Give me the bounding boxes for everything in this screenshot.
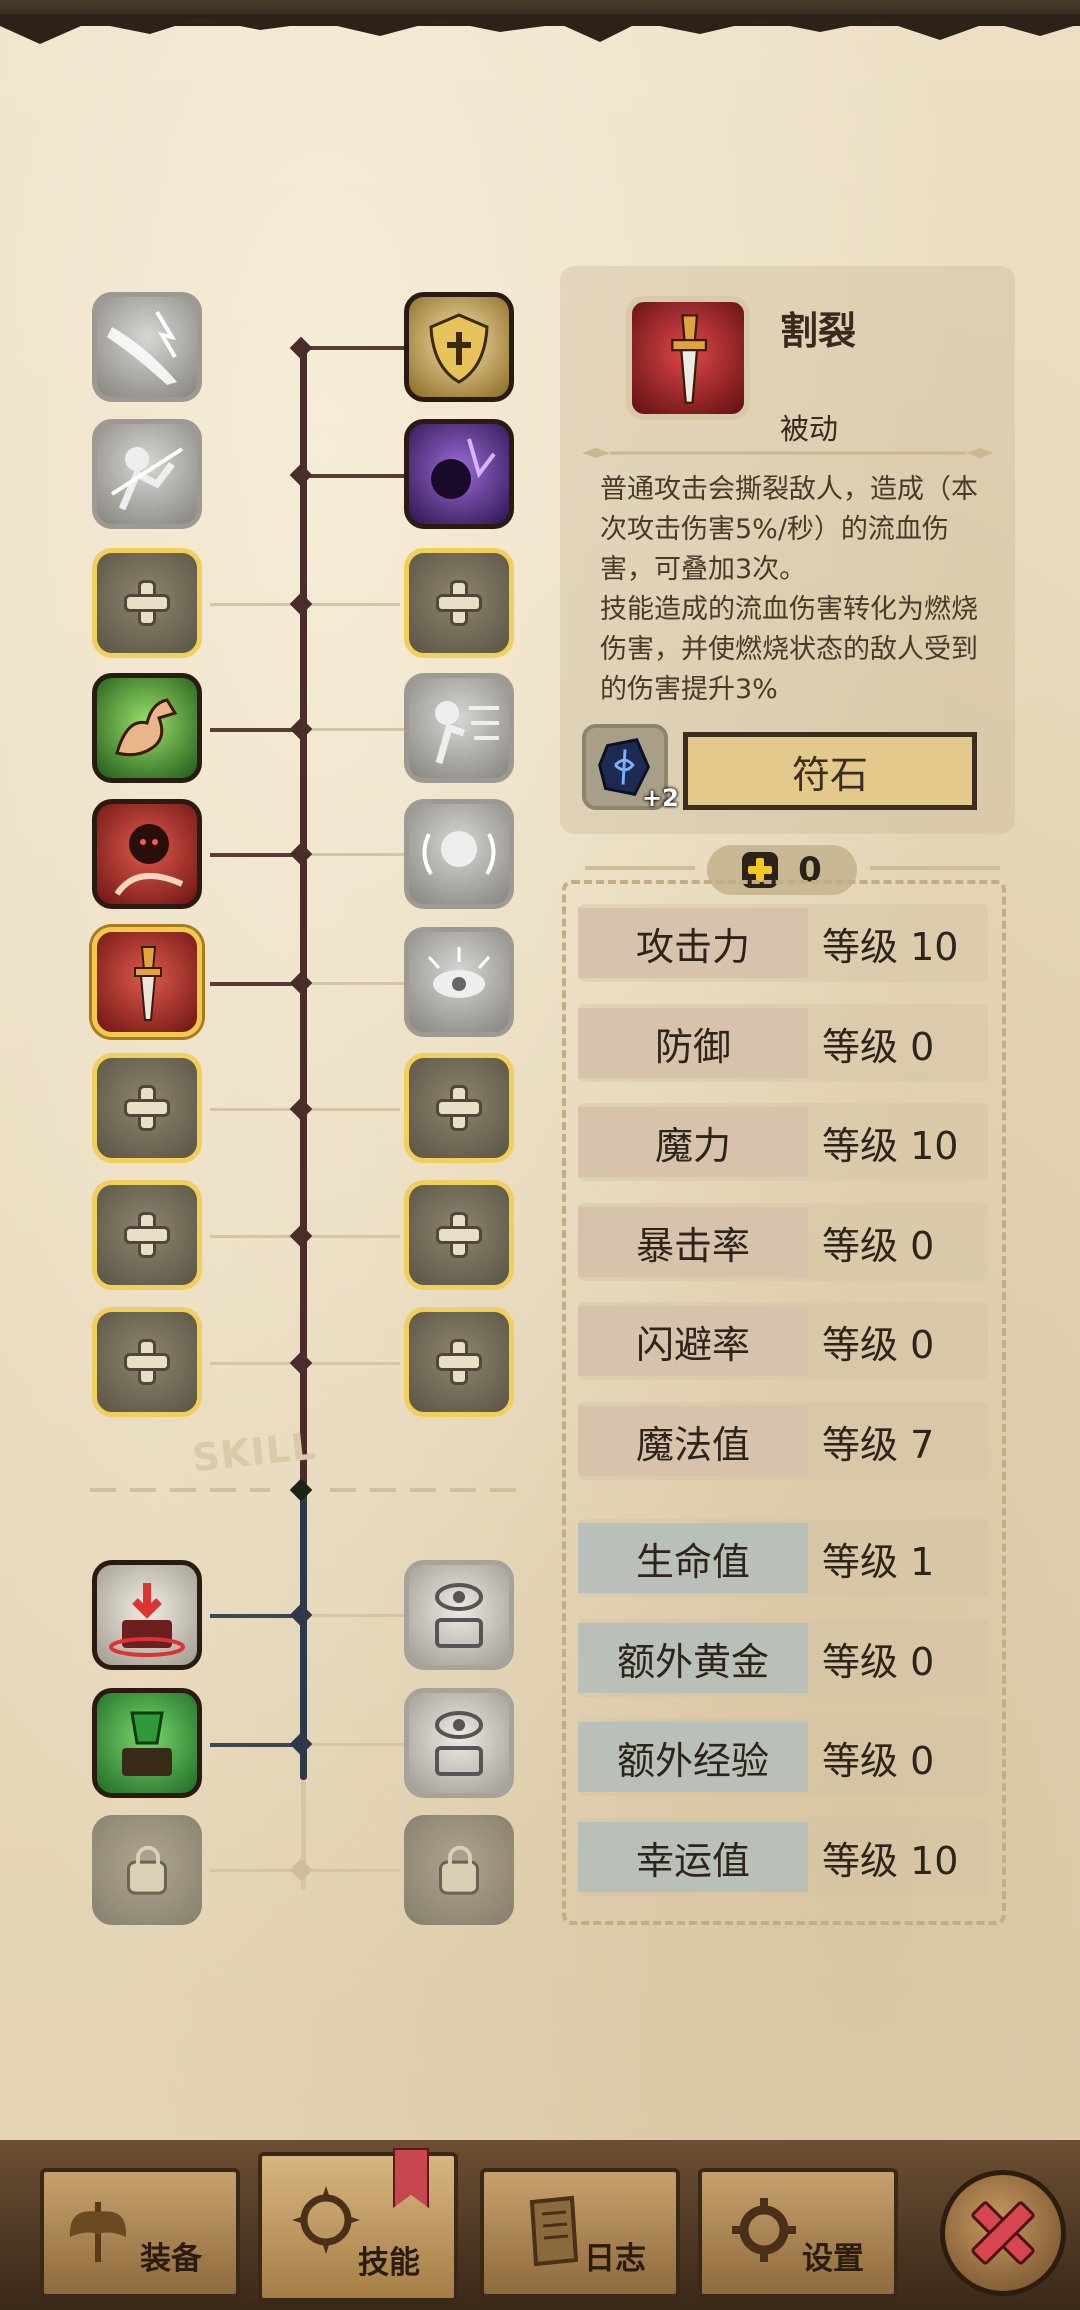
points-line-left	[585, 866, 695, 870]
stat-row-luck[interactable]: 幸运值 等级 10	[578, 1818, 988, 1896]
connector	[210, 853, 302, 857]
axe-icon	[69, 2202, 127, 2262]
skill-icon	[292, 2186, 360, 2254]
connector	[306, 1743, 404, 1746]
tree-divider-right	[330, 1488, 530, 1492]
stat-level: 等级 7	[822, 1422, 935, 1467]
stat-row-exp[interactable]: 额外经验 等级 0	[578, 1718, 988, 1796]
connector	[306, 982, 404, 985]
stat-name: 魔力	[578, 1107, 808, 1177]
skill-roar-icon[interactable]	[404, 799, 514, 909]
skill-slot-empty-icon[interactable]	[92, 1180, 202, 1290]
stat-name: 防御	[578, 1008, 808, 1078]
connector	[210, 1614, 302, 1618]
stat-name: 额外经验	[578, 1722, 808, 1792]
locked-slot-icon	[404, 1815, 514, 1925]
stat-name: 攻击力	[578, 908, 808, 978]
tab-settings[interactable]: 设置	[698, 2168, 898, 2298]
stat-name: 闪避率	[578, 1306, 808, 1376]
skill-strike-icon[interactable]	[92, 419, 202, 529]
ornate-separator	[582, 448, 994, 458]
stat-level: 等级 0	[822, 1639, 935, 1684]
skill-slot-empty-icon[interactable]	[92, 1307, 202, 1417]
skill-type-label: 被动	[780, 412, 839, 446]
connector	[306, 346, 404, 350]
stat-level: 等级 10	[822, 924, 959, 969]
locked-slot-icon	[92, 1815, 202, 1925]
skill-strength-icon[interactable]	[92, 673, 202, 783]
skill-eye-icon[interactable]	[404, 927, 514, 1037]
chest-vision-icon[interactable]	[404, 1560, 514, 1670]
tab-label: 设置	[802, 2241, 864, 2277]
skill-slot-empty-icon[interactable]	[92, 548, 202, 658]
stat-row-magic[interactable]: 魔力 等级 10	[578, 1103, 988, 1181]
skill-slot-empty-icon[interactable]	[92, 1053, 202, 1163]
stat-level: 等级 0	[822, 1223, 935, 1268]
rune-button[interactable]: 符石	[683, 732, 977, 810]
skill-slot-empty-icon[interactable]	[404, 1307, 514, 1417]
stat-level: 等级 0	[822, 1738, 935, 1783]
skill-shadow-icon[interactable]	[404, 419, 514, 529]
skill-rend-icon[interactable]	[92, 927, 202, 1037]
stat-level: 等级 10	[822, 1123, 959, 1168]
skill-title: 割裂	[780, 309, 857, 353]
rend-skill-large-icon	[626, 296, 750, 420]
points-line-right	[870, 866, 1000, 870]
skill-slot-empty-icon[interactable]	[404, 1180, 514, 1290]
connector	[306, 853, 404, 856]
connector	[306, 1614, 404, 1617]
skill-slot-empty-icon[interactable]	[404, 1053, 514, 1163]
connector	[210, 728, 302, 732]
stat-row-attack[interactable]: 攻击力 等级 10	[578, 904, 988, 982]
connector	[306, 474, 404, 478]
tree-trunk-upper	[300, 346, 307, 1486]
tab-label: 日志	[584, 2241, 646, 2277]
tab-label: 技能	[358, 2245, 420, 2281]
skill-rage-icon[interactable]	[92, 799, 202, 909]
stat-level: 等级 0	[822, 1024, 935, 1069]
chest-vision-icon[interactable]	[404, 1688, 514, 1798]
stat-row-hp[interactable]: 生命值 等级 1	[578, 1519, 988, 1597]
journal-icon	[529, 2195, 579, 2267]
stat-level: 等级 10	[822, 1838, 959, 1883]
skill-description: 普通攻击会撕裂敌人，造成（本次攻击伤害5%/秒）的流血伤害，可叠加3次。 技能造…	[600, 474, 978, 705]
skill-holy-shield-icon[interactable]	[404, 292, 514, 402]
rune-count-badge: +2	[642, 784, 679, 812]
stat-name: 魔法值	[578, 1406, 808, 1476]
chest-upgrade-green-icon[interactable]	[92, 1688, 202, 1798]
connector	[306, 728, 404, 731]
tree-divider-left	[90, 1488, 270, 1492]
stat-row-dodge[interactable]: 闪避率 等级 0	[578, 1302, 988, 1380]
stat-name: 暴击率	[578, 1207, 808, 1277]
skill-slash-icon[interactable]	[92, 292, 202, 402]
skill-dash-icon[interactable]	[404, 673, 514, 783]
stat-row-crit[interactable]: 暴击率 等级 0	[578, 1203, 988, 1281]
connector	[210, 982, 302, 986]
stat-row-mana[interactable]: 魔法值 等级 7	[578, 1402, 988, 1480]
torn-edge-decoration	[0, 14, 1080, 44]
stat-name: 额外黄金	[578, 1623, 808, 1693]
stat-level: 等级 1	[822, 1539, 935, 1584]
skill-slot-empty-icon[interactable]	[404, 548, 514, 658]
close-button[interactable]	[940, 2170, 1066, 2296]
stat-row-defense[interactable]: 防御 等级 0	[578, 1004, 988, 1082]
tab-label: 装备	[140, 2241, 202, 2277]
stat-name: 幸运值	[578, 1822, 808, 1892]
stat-row-gold[interactable]: 额外黄金 等级 0	[578, 1619, 988, 1697]
stat-name: 生命值	[578, 1523, 808, 1593]
connector	[210, 1743, 302, 1747]
gear-icon	[732, 2198, 796, 2262]
stat-level: 等级 0	[822, 1322, 935, 1367]
tab-equipment[interactable]: 装备	[40, 2168, 240, 2298]
tab-journal[interactable]: 日志	[480, 2168, 680, 2298]
chest-upgrade-red-icon[interactable]	[92, 1560, 202, 1670]
